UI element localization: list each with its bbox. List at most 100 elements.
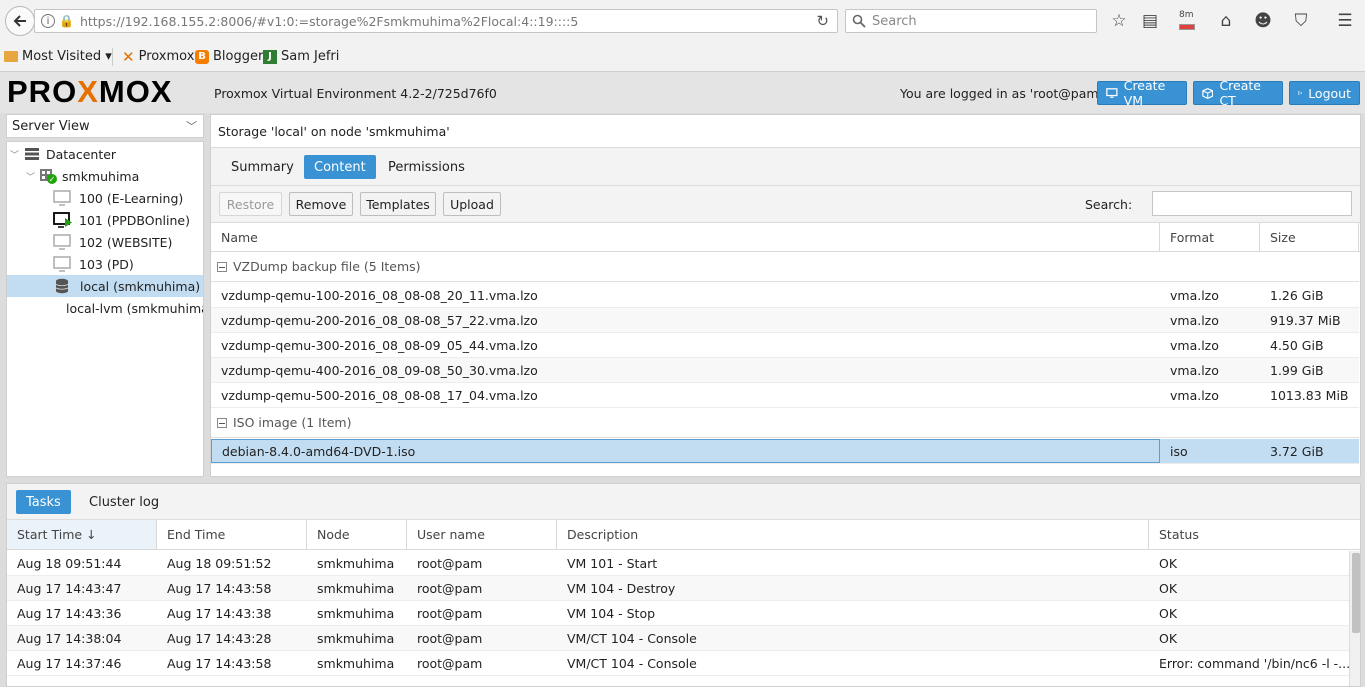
tree-item-vm-102[interactable]: 102 (WEBSITE) bbox=[7, 231, 203, 253]
create-vm-label: Create VM bbox=[1123, 78, 1166, 108]
content-search-input[interactable] bbox=[1152, 191, 1352, 216]
restore-button[interactable]: Restore bbox=[219, 192, 282, 216]
tree-item-vm-100[interactable]: 100 (E-Learning) bbox=[7, 187, 203, 209]
bookmark-label: Sam Jefri bbox=[281, 49, 340, 64]
tree-item-vm-103[interactable]: 103 (PD) bbox=[7, 253, 203, 275]
tree-item-storage-local-lvm[interactable]: local-lvm (smkmuhima) bbox=[7, 297, 203, 319]
column-label: Description bbox=[567, 527, 639, 542]
table-row[interactable]: vzdump-qemu-500-2016_08_08-08_17_04.vma.… bbox=[211, 383, 1359, 408]
content-tabbar: Summary Content Permissions bbox=[211, 148, 1360, 186]
cell-name: vzdump-qemu-200-2016_08_08-08_57_22.vma.… bbox=[221, 312, 538, 328]
sam-jefri-icon: J bbox=[263, 49, 277, 64]
reading-list-icon[interactable]: ▤ bbox=[1137, 8, 1163, 34]
tasks-scrollbar[interactable] bbox=[1349, 551, 1360, 686]
cell-description: VM/CT 104 - Console bbox=[567, 655, 697, 671]
upload-button[interactable]: Upload bbox=[443, 192, 501, 216]
tasks-grid-header: Start Time ↓ End Time Node User name Des… bbox=[7, 520, 1360, 550]
tree-item-label: local (smkmuhima) bbox=[80, 278, 201, 294]
tab-tasks[interactable]: Tasks bbox=[16, 490, 71, 514]
column-header-format[interactable]: Format bbox=[1160, 223, 1260, 251]
tab-cluster-log[interactable]: Cluster log bbox=[79, 490, 169, 514]
url-bar[interactable]: i 🔒 https://192.168.155.2:8006/#v1:0:=st… bbox=[34, 9, 838, 33]
bookmark-blogger[interactable]: B Blogger bbox=[195, 49, 263, 64]
create-ct-label: Create CT bbox=[1219, 78, 1261, 108]
tab-content[interactable]: Content bbox=[304, 155, 376, 179]
menu-icon[interactable]: ☰ bbox=[1332, 8, 1358, 34]
tree-collapse-icon[interactable]: ﹀ bbox=[10, 148, 20, 161]
table-row[interactable]: vzdump-qemu-100-2016_08_08-08_20_11.vma.… bbox=[211, 283, 1359, 308]
pocket-icon[interactable]: ⛉ bbox=[1288, 8, 1314, 34]
bookmark-sam-jefri[interactable]: J Sam Jefri bbox=[263, 49, 339, 64]
hello-icon[interactable]: ☻ bbox=[1250, 8, 1276, 34]
task-row[interactable]: Aug 17 14:38:04 Aug 17 14:43:28 smkmuhim… bbox=[7, 626, 1349, 651]
column-header-user[interactable]: User name bbox=[407, 520, 557, 549]
bookmark-star-icon[interactable]: ☆ bbox=[1106, 8, 1132, 34]
table-row-selected[interactable]: debian-8.4.0-amd64-DVD-1.iso iso 3.72 Gi… bbox=[211, 439, 1359, 464]
task-row[interactable]: Aug 17 14:43:47 Aug 17 14:43:58 smkmuhim… bbox=[7, 576, 1349, 601]
chevron-down-icon: ﹀ bbox=[186, 120, 197, 133]
remove-button[interactable]: Remove bbox=[289, 192, 353, 216]
cell-user: root@pam bbox=[417, 605, 483, 621]
table-row[interactable]: vzdump-qemu-300-2016_08_08-09_05_44.vma.… bbox=[211, 333, 1359, 358]
task-row[interactable]: Aug 17 14:37:46 Aug 17 14:43:58 smkmuhim… bbox=[7, 651, 1349, 676]
cell-format: vma.lzo bbox=[1170, 337, 1219, 353]
vm-icon bbox=[53, 234, 71, 250]
cell-node: smkmuhima bbox=[317, 655, 395, 671]
cell-user: root@pam bbox=[417, 580, 483, 596]
column-header-status[interactable]: Status bbox=[1149, 520, 1360, 549]
cell-name: debian-8.4.0-amd64-DVD-1.iso bbox=[211, 439, 1160, 463]
templates-button[interactable]: Templates bbox=[360, 192, 436, 216]
table-row[interactable]: vzdump-qemu-200-2016_08_08-08_57_22.vma.… bbox=[211, 308, 1359, 333]
tree-item-node[interactable]: ﹀ ✓ smkmuhima bbox=[7, 165, 203, 187]
view-selector-value: Server View bbox=[12, 118, 90, 134]
column-label: End Time bbox=[167, 527, 226, 542]
column-header-start-time[interactable]: Start Time ↓ bbox=[7, 520, 157, 549]
create-vm-button[interactable]: Create VM bbox=[1097, 78, 1187, 108]
tab-summary[interactable]: Summary bbox=[221, 155, 304, 179]
tab-label: Content bbox=[314, 159, 366, 175]
collapse-icon[interactable] bbox=[217, 261, 227, 272]
downloads-button[interactable]: 8m bbox=[1173, 9, 1201, 33]
logout-button[interactable]: Logout bbox=[1289, 81, 1360, 105]
lock-warning-icon[interactable]: 🔒 bbox=[59, 14, 74, 28]
bookmark-most-visited[interactable]: Most Visited ▾ bbox=[4, 49, 112, 64]
logout-label: Logout bbox=[1308, 85, 1351, 101]
group-title: ISO image (1 Item) bbox=[233, 415, 352, 430]
login-status: You are logged in as 'root@pam' bbox=[900, 86, 1103, 101]
tree-item-vm-101[interactable]: 101 (PPDBOnline) bbox=[7, 209, 203, 231]
home-icon[interactable]: ⌂ bbox=[1213, 8, 1239, 34]
reload-icon[interactable]: ↻ bbox=[816, 12, 829, 30]
table-row[interactable]: vzdump-qemu-400-2016_08_09-08_50_30.vma.… bbox=[211, 358, 1359, 383]
collapse-icon[interactable] bbox=[217, 417, 227, 428]
tree-item-datacenter[interactable]: ﹀ Datacenter bbox=[7, 143, 203, 165]
download-badge: 8m bbox=[1179, 10, 1194, 20]
search-box[interactable]: Search bbox=[845, 9, 1097, 33]
bookmark-proxmox[interactable]: ✕ Proxmox bbox=[122, 49, 194, 64]
vm-icon bbox=[53, 190, 71, 206]
column-header-size[interactable]: Size bbox=[1260, 223, 1359, 251]
back-button[interactable] bbox=[5, 6, 35, 36]
tab-permissions[interactable]: Permissions bbox=[378, 155, 475, 179]
search-placeholder: Search bbox=[872, 13, 917, 29]
tree-item-storage-local[interactable]: local (smkmuhima) bbox=[7, 275, 203, 297]
task-row[interactable]: Aug 17 14:43:36 Aug 17 14:43:38 smkmuhim… bbox=[7, 601, 1349, 626]
group-title: VZDump backup file (5 Items) bbox=[233, 259, 421, 274]
task-row[interactable]: Aug 18 09:51:44 Aug 18 09:51:52 smkmuhim… bbox=[7, 551, 1349, 576]
cell-status: OK bbox=[1159, 580, 1178, 596]
scrollbar-thumb[interactable] bbox=[1352, 553, 1360, 633]
cell-description: VM 101 - Start bbox=[567, 555, 658, 571]
view-selector[interactable]: Server View ﹀ bbox=[6, 114, 204, 138]
cell-node: smkmuhima bbox=[317, 605, 395, 621]
cell-status: OK bbox=[1159, 630, 1178, 646]
column-label: Node bbox=[317, 527, 350, 542]
info-icon[interactable]: i bbox=[41, 14, 55, 28]
column-header-end-time[interactable]: End Time bbox=[157, 520, 307, 549]
create-ct-button[interactable]: Create CT bbox=[1193, 78, 1283, 108]
group-header-iso[interactable]: ISO image (1 Item) bbox=[211, 408, 1359, 438]
column-header-description[interactable]: Description bbox=[557, 520, 1149, 549]
tree-collapse-icon[interactable]: ﹀ bbox=[26, 170, 36, 183]
column-header-node[interactable]: Node bbox=[307, 520, 407, 549]
sign-out-icon bbox=[1298, 91, 1303, 95]
group-header-backup[interactable]: VZDump backup file (5 Items) bbox=[211, 252, 1359, 282]
column-header-name[interactable]: Name bbox=[211, 223, 1160, 251]
